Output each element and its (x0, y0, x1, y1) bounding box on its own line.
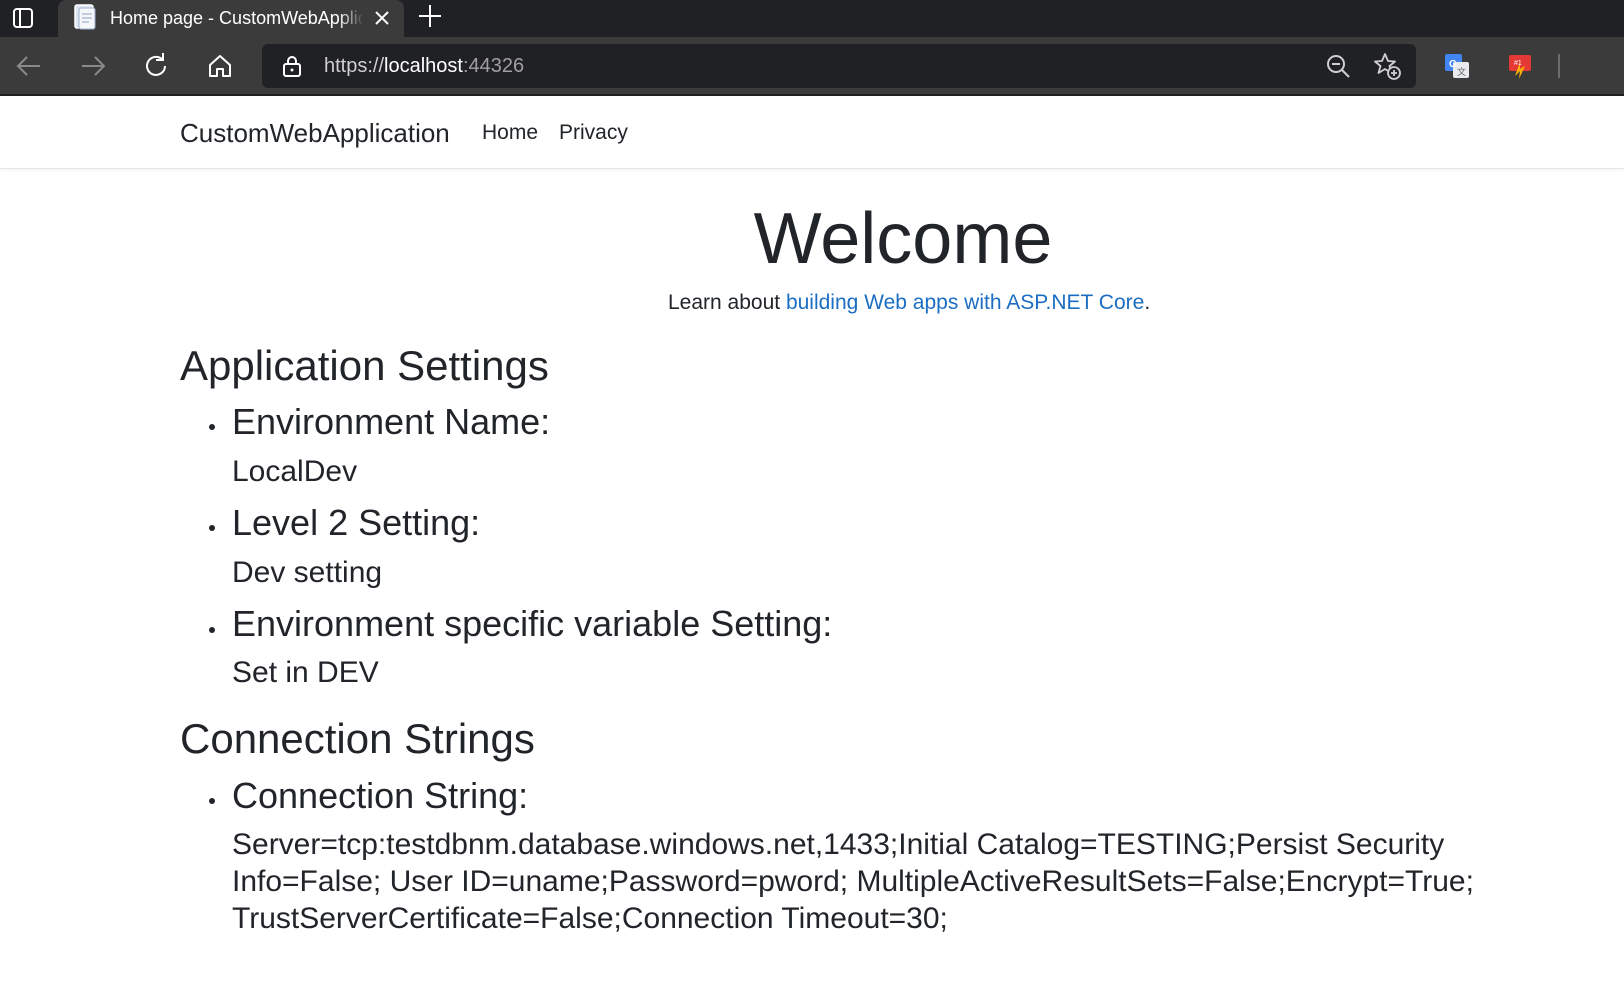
setting-value: Set in DEV (232, 656, 379, 689)
url-scheme: https:// (324, 55, 385, 77)
tab-strip: Home page - CustomWebApplication (0, 0, 1624, 37)
url-port: :44326 (462, 55, 525, 77)
setting-value: Dev setting (232, 556, 383, 589)
url-text[interactable]: https://localhost:44326 (324, 54, 524, 78)
plus-icon[interactable] (416, 2, 444, 30)
setting-value: LocalDev (232, 455, 358, 488)
list-bullet (209, 424, 219, 434)
close-icon[interactable] (370, 6, 394, 30)
forward-arrow-icon[interactable] (76, 49, 110, 83)
zoom-out-icon[interactable] (1324, 52, 1352, 80)
setting-label: Environment Name: (232, 401, 551, 442)
tab-title-fade (338, 6, 364, 30)
list-bullet (209, 798, 219, 808)
navbar-brand[interactable]: CustomWebApplication (180, 116, 450, 150)
active-tab[interactable]: Home page - CustomWebApplication (58, 0, 404, 37)
tab-title: Home page - CustomWebApplication (110, 8, 362, 28)
learn-link[interactable]: building Web apps with ASP.NET Core (786, 291, 1144, 314)
svg-text:#1: #1 (1514, 60, 1522, 67)
connection-string-value: Server=tcp:testdbnm.database.windows.net… (232, 828, 1474, 935)
site-navbar: CustomWebApplication Home Privacy (0, 96, 1624, 169)
page-icon (74, 4, 96, 30)
home-icon[interactable] (203, 49, 237, 83)
tab-actions-icon[interactable] (10, 5, 36, 31)
page-title: Welcome (753, 199, 1053, 279)
setting-label: Environment specific variable Setting: (232, 603, 833, 644)
svg-text:文: 文 (1457, 66, 1466, 77)
toolbar-divider (1558, 54, 1560, 78)
nav-link-privacy[interactable]: Privacy (559, 119, 628, 147)
setting-label: Level 2 Setting: (232, 502, 481, 543)
add-favorite-icon[interactable] (1372, 51, 1402, 81)
app-settings-heading: Application Settings (180, 342, 549, 389)
learn-prefix: Learn about (668, 291, 786, 314)
translate-icon[interactable]: G 文 (1444, 53, 1470, 79)
extension-icon[interactable]: #1 (1506, 52, 1534, 80)
nav-link-home[interactable]: Home (482, 119, 538, 147)
refresh-icon[interactable] (139, 49, 173, 83)
list-bullet (209, 627, 219, 637)
connection-strings-heading: Connection Strings (180, 715, 535, 762)
back-arrow-icon[interactable] (12, 49, 46, 83)
url-host: localhost (384, 55, 463, 77)
list-bullet (209, 525, 219, 535)
svg-text:G: G (1449, 59, 1457, 70)
connection-string-label: Connection String: (232, 775, 529, 816)
learn-suffix: . (1144, 291, 1151, 314)
browser-toolbar: https://localhost:44326 G 文 #1 (0, 37, 1624, 94)
address-bar[interactable]: https://localhost:44326 (262, 44, 1416, 88)
lock-icon[interactable] (280, 54, 304, 78)
learn-text: Learn about building Web apps with ASP.N… (668, 289, 1150, 317)
